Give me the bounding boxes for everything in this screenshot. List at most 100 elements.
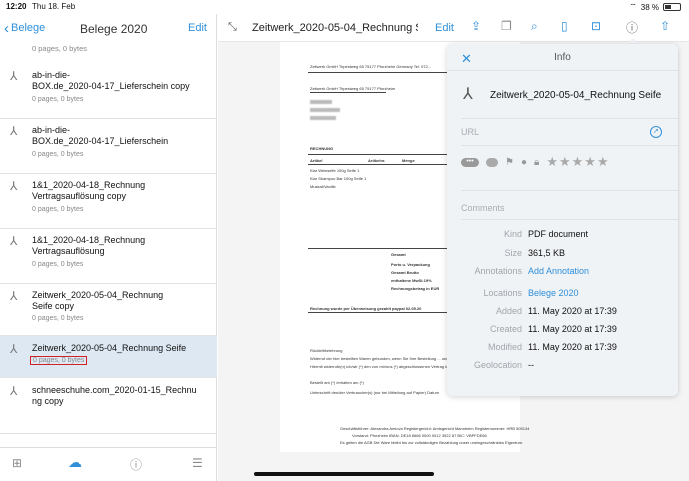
redacted-address xyxy=(310,108,340,112)
file-meta: 0 pages, 0 bytes xyxy=(32,206,84,213)
duplicate-icon[interactable]: ❐ xyxy=(501,19,512,33)
file-name: 1&1_2020-04-18_Rechnung Vertragsauflösun… xyxy=(32,235,146,256)
info-icon[interactable]: ⓘ xyxy=(130,456,142,473)
doc-gesamt: Gesamt xyxy=(391,252,406,257)
document-title: Zeitwerk_2020-05-04_Rechnung S... xyxy=(252,22,418,34)
pdf-file-icon: ⅄ xyxy=(10,124,18,138)
document-edit-button[interactable]: Edit xyxy=(435,22,454,34)
add-icon[interactable]: ⊞ xyxy=(12,456,22,470)
doc-betrag: Rechnungsbetrag in EUR xyxy=(391,286,440,291)
search-icon[interactable]: ⌕ xyxy=(531,19,538,34)
pdf-file-icon: ⅄ xyxy=(10,179,18,193)
sidebar: ‹ Belege Belege 2020 Edit 0 pages, 0 byt… xyxy=(0,14,217,481)
divider xyxy=(447,70,678,71)
divider xyxy=(461,118,678,119)
add-annotation-link[interactable]: Add Annotation xyxy=(528,266,589,276)
doc-porto: Porto u. Verpackung xyxy=(391,262,430,267)
home-indicator xyxy=(254,472,434,476)
file-meta: 0 pages, 0 bytes xyxy=(32,315,84,322)
geolocation-value: -- xyxy=(528,360,534,370)
battery-percent: 38 % xyxy=(640,2,659,12)
file-name: ab-in-die- BOX.de_2020-04-17_Lieferschei… xyxy=(32,70,190,91)
compass-icon[interactable]: ➚ xyxy=(650,126,662,138)
doc-note: Rücktrittbelehrung xyxy=(310,348,343,353)
doc-col-menge: Menge xyxy=(402,158,415,163)
modified-key: Modified xyxy=(487,342,522,352)
file-meta: 0 pages, 0 bytes xyxy=(32,151,84,158)
size-key: Size xyxy=(504,248,522,258)
pdf-file-icon: ⅄ xyxy=(10,342,18,356)
list-item[interactable]: ⅄ ab-in-die- BOX.de_2020-04-17_Liefersch… xyxy=(0,64,217,119)
file-meta-highlighted: 0 pages, 0 bytes xyxy=(30,356,88,365)
doc-paid-note: Rechnung wurde per Überweisung gezahlt p… xyxy=(310,306,422,311)
tag-label-icon[interactable] xyxy=(486,157,498,167)
doc-note: Unterschrift des/der Verbraucher(s) (nur… xyxy=(310,390,439,395)
divider xyxy=(461,190,678,191)
bookmark-icon[interactable]: ⊡ xyxy=(591,19,601,33)
status-bar: 12:20 Thu 18. Feb ⌔ 38 % xyxy=(0,0,689,14)
list-item[interactable]: ⅄ ab-in-die- BOX.de_2020-04-17_Liefersch… xyxy=(0,119,217,174)
file-name: Zeitwerk_2020-05-04_Rechnung Seife xyxy=(32,343,187,353)
doc-row: Klar Shampoo Bar 100g Seife 1 xyxy=(310,176,367,181)
cloud-icon[interactable]: ☁ xyxy=(68,454,82,471)
sidebar-header: ‹ Belege Belege 2020 Edit xyxy=(0,14,217,42)
list-item[interactable]: ⅄ schneeschuhe.com_2020-01-15_Rechnu ng … xyxy=(0,378,217,434)
file-meta: 0 pages, 0 bytes xyxy=(32,261,84,268)
doc-row: Klar Weinseife 100g Seife 1 xyxy=(310,168,360,173)
size-value: 361,5 KB xyxy=(528,248,566,258)
flag-icon[interactable]: ⚑ xyxy=(505,157,514,168)
doc-sender-small: Zeitwerk GmbH Tirpestweg 65 75177 Pforzh… xyxy=(310,86,396,91)
modified-value: 11. May 2020 at 17:39 xyxy=(528,342,617,352)
kind-key: Kind xyxy=(503,229,522,239)
list-item[interactable]: ⅄ Zeitwerk_2020-05-04_Rechnung Seife cop… xyxy=(0,284,217,336)
url-field[interactable]: URL xyxy=(461,127,479,137)
back-button[interactable]: ‹ Belege xyxy=(4,21,46,36)
tags-row: ••• ⚑ ● 🔒︎ ★★★★★ xyxy=(461,154,610,170)
comments-field[interactable]: Comments xyxy=(461,203,505,213)
share-doc-icon[interactable]: ⇪ xyxy=(471,19,481,33)
doc-col-artikel: Artikel xyxy=(310,158,323,163)
info-file-name: Zeitwerk_2020-05-04_Rechnung Seife xyxy=(490,90,662,101)
doc-row: Muskat/Vanille xyxy=(310,184,336,189)
list-item[interactable]: ⅄ 1&1_2020-04-18_Rechnung Vertragsauflös… xyxy=(0,174,217,229)
status-right: ⌔ 38 % xyxy=(629,2,681,12)
tags-more-button[interactable]: ••• xyxy=(461,157,479,167)
pdf-file-icon: ⅄ xyxy=(463,86,473,103)
list-item-selected[interactable]: ⅄ Zeitwerk_2020-05-04_Rechnung Seife 0 p… xyxy=(0,336,217,378)
list-item[interactable]: ⅄ 1&1_2020-04-18_Rechnung Vertragsauflös… xyxy=(0,229,217,284)
doc-footer: Es gelten die AGB Die Ware bleibt bis zu… xyxy=(340,440,524,445)
divider xyxy=(461,145,678,146)
share-icon[interactable]: ⇧ xyxy=(660,19,670,33)
pdf-file-icon: ⅄ xyxy=(10,234,18,248)
list-icon[interactable]: ☰ xyxy=(192,456,203,470)
doc-rule xyxy=(310,92,386,93)
rating-stars[interactable]: ★★★★★ xyxy=(546,154,609,170)
unread-dot-icon[interactable]: ● xyxy=(521,157,527,168)
doc-col-nr: Artikelnr. xyxy=(368,158,386,163)
location-link[interactable]: Belege 2020 xyxy=(528,288,579,298)
divider xyxy=(461,219,678,220)
lock-icon[interactable]: 🔒︎ xyxy=(534,157,539,168)
sidebar-toolbar: ⊞ ☁ ⓘ ☰ xyxy=(0,447,217,481)
added-key: Added xyxy=(495,306,522,316)
doc-heading: RECHNUNG xyxy=(310,146,334,151)
back-label: Belege xyxy=(11,22,46,34)
annotations-key: Annotations xyxy=(474,266,522,276)
pdf-file-icon: ⅄ xyxy=(10,384,18,398)
doc-sender-line: Zeitwerk GmbH Tirpestweg 65 75177 Pforzh… xyxy=(310,64,432,69)
document-toolbar: ⤡ Zeitwerk_2020-05-04_Rechnung S... Edit… xyxy=(218,14,689,42)
info-toggle-icon[interactable]: ⓘ xyxy=(626,19,638,36)
doc-footer: Vorstand: Pforzheim IBAN: DE18 6666 0000… xyxy=(352,433,487,438)
doc-note: Bestellt am (*) /erhalten am (*) xyxy=(310,380,364,385)
wifi-icon: ⌔ xyxy=(629,2,637,11)
created-key: Created xyxy=(489,324,522,334)
sidebar-edit-button[interactable]: Edit xyxy=(188,22,207,34)
book-icon[interactable]: ▯ xyxy=(561,19,568,33)
pdf-file-icon: ⅄ xyxy=(10,69,18,83)
expand-icon[interactable]: ⤡ xyxy=(228,21,237,34)
doc-mwst: enthaltene MwSt.19% xyxy=(391,278,432,283)
status-time: 12:20 xyxy=(6,2,27,11)
locations-key: Locations xyxy=(483,288,522,298)
added-value: 11. May 2020 at 17:39 xyxy=(528,306,617,316)
file-name: ab-in-die- BOX.de_2020-04-17_Lieferschei… xyxy=(32,125,169,146)
